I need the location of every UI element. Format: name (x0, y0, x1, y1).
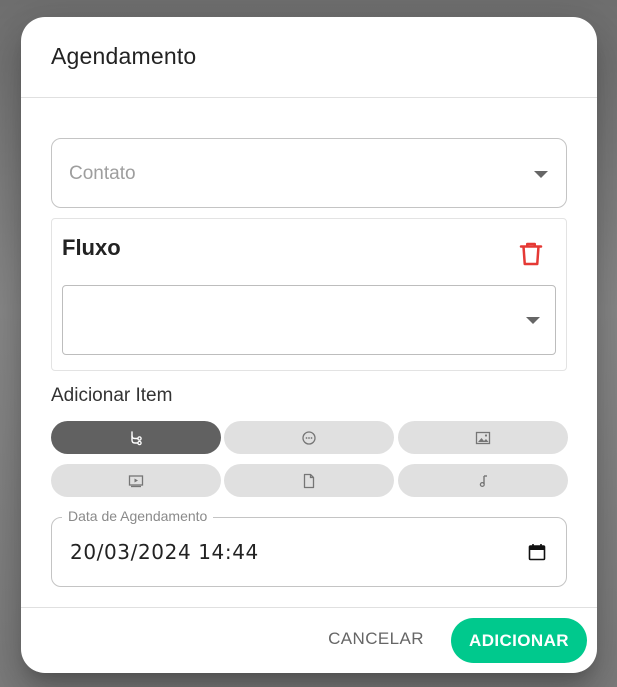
footer-divider (21, 607, 597, 608)
calendar-icon (528, 544, 546, 561)
flow-card: Fluxo (51, 218, 567, 371)
header-divider (21, 97, 597, 98)
add-item-label: Adicionar Item (51, 385, 173, 406)
dialog-title: Agendamento (51, 43, 197, 69)
caret-down-icon (526, 317, 540, 324)
document-icon (303, 473, 315, 488)
schedule-date-input[interactable]: 20/03/2024 14:44 (51, 517, 567, 587)
image-icon (475, 431, 491, 444)
flow-card-title: Fluxo (62, 235, 121, 260)
contact-select-placeholder: Contato (69, 163, 136, 184)
calendar-picker-button[interactable] (528, 543, 546, 561)
cancel-button[interactable]: CANCELAR (317, 617, 435, 661)
add-flow-item-button[interactable] (51, 421, 221, 454)
flow-icon (131, 430, 142, 445)
add-message-item-button[interactable] (224, 421, 394, 454)
trash-icon (519, 242, 543, 266)
music-note-icon (479, 474, 487, 487)
caret-down-icon (534, 171, 548, 178)
add-document-item-button[interactable] (224, 464, 394, 497)
flow-select[interactable] (62, 285, 556, 355)
add-audio-item-button[interactable] (398, 464, 568, 497)
contact-select[interactable]: Contato (51, 138, 567, 208)
schedule-date-value: 20/03/2024 14:44 (70, 540, 259, 564)
add-video-item-button[interactable] (51, 464, 221, 497)
schedule-date-label: Data de Agendamento (62, 508, 214, 524)
add-image-item-button[interactable] (398, 421, 568, 454)
chat-bubble-icon (302, 430, 316, 445)
delete-flow-button[interactable] (516, 239, 546, 269)
schedule-dialog: Agendamento Contato Fluxo Adicionar Item (21, 17, 597, 673)
video-icon (128, 474, 144, 487)
add-button[interactable]: ADICIONAR (451, 618, 587, 663)
